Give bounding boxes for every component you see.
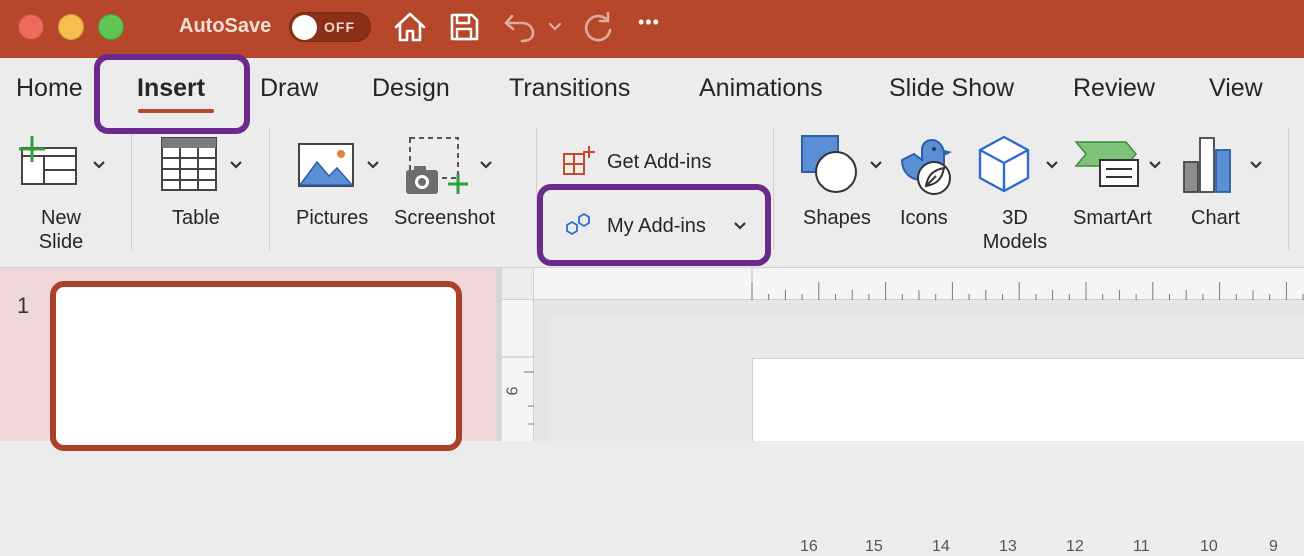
tab-view[interactable]: View: [1209, 74, 1263, 103]
table-chevron-icon[interactable]: [229, 160, 243, 170]
undo-dropdown-chevron-icon[interactable]: [547, 20, 563, 34]
tab-transitions[interactable]: Transitions: [509, 74, 630, 103]
shapes-button[interactable]: Shapes: [803, 206, 871, 230]
my-addins-highlight: [537, 184, 771, 266]
3d-models-button[interactable]: 3D Models: [978, 206, 1052, 254]
minimize-window-button[interactable]: [58, 14, 84, 40]
table-icon[interactable]: [160, 136, 218, 192]
close-window-button[interactable]: [18, 14, 44, 40]
chart-chevron-icon[interactable]: [1249, 160, 1263, 170]
tab-review[interactable]: Review: [1073, 74, 1155, 103]
3d-models-chevron-icon[interactable]: [1045, 160, 1059, 170]
screenshot-button[interactable]: Screenshot: [394, 206, 495, 230]
slide-number: 1: [17, 293, 30, 318]
ruler-number: 9: [1269, 538, 1278, 555]
icons-button[interactable]: Icons: [900, 206, 948, 230]
smartart-chevron-icon[interactable]: [1148, 160, 1162, 170]
autosave-label: AutoSave: [179, 15, 272, 37]
ribbon-divider: [1288, 128, 1289, 250]
pictures-icon[interactable]: [297, 142, 355, 188]
3d-models-icon[interactable]: [976, 134, 1032, 194]
table-button[interactable]: Table: [172, 206, 220, 230]
3d-models-label-2: Models: [982, 231, 1048, 253]
shapes-icon[interactable]: [800, 134, 862, 194]
zoom-window-button[interactable]: [98, 14, 124, 40]
title-bar: AutoSave OFF •••: [0, 0, 1304, 58]
ruler-number: 10: [1200, 538, 1218, 555]
get-addins-icon[interactable]: [562, 144, 596, 178]
get-addins-button[interactable]: Get Add-ins: [607, 150, 712, 174]
new-slide-icon[interactable]: [16, 134, 80, 190]
new-slide-chevron-icon[interactable]: [92, 160, 106, 170]
smartart-button[interactable]: SmartArt: [1073, 206, 1152, 230]
slide-canvas[interactable]: [752, 358, 1304, 441]
screenshot-icon[interactable]: [404, 134, 472, 196]
tab-design[interactable]: Design: [372, 74, 450, 103]
horizontal-ruler: 16 15 14 13 12 11 10 9: [534, 268, 1304, 555]
ribbon-divider: [131, 128, 132, 250]
3d-models-label-1: 3D: [1002, 207, 1028, 229]
horizontal-ruler-ticks: [751, 268, 1304, 300]
slide-thumbnail-1[interactable]: [50, 281, 462, 451]
ruler-number: 14: [932, 538, 950, 555]
tab-draw[interactable]: Draw: [260, 74, 318, 103]
ruler-number: 13: [999, 538, 1017, 555]
undo-icon[interactable]: [502, 10, 538, 44]
autosave-toggle[interactable]: OFF: [289, 12, 371, 42]
pictures-button[interactable]: Pictures: [296, 206, 368, 230]
chart-icon[interactable]: [1182, 134, 1236, 194]
more-icon[interactable]: •••: [638, 12, 660, 33]
ruler-number: 12: [1066, 538, 1084, 555]
home-icon[interactable]: [392, 10, 428, 44]
tab-slide-show[interactable]: Slide Show: [889, 74, 1014, 103]
chart-button[interactable]: Chart: [1191, 206, 1240, 230]
ribbon-divider: [269, 128, 270, 250]
save-icon[interactable]: [447, 10, 481, 44]
toggle-knob: [292, 15, 317, 40]
redo-icon[interactable]: [580, 10, 616, 44]
ruler-number: 15: [865, 538, 883, 555]
tab-animations[interactable]: Animations: [699, 74, 823, 103]
ruler-number: 16: [800, 538, 818, 555]
ruler-number: 11: [1133, 538, 1150, 555]
pictures-chevron-icon[interactable]: [366, 160, 380, 170]
insert-tab-highlight: [94, 54, 250, 134]
smartart-icon[interactable]: [1074, 140, 1140, 190]
vertical-ruler-ticks: [502, 356, 534, 425]
vertical-ruler: 9: [502, 300, 534, 441]
ribbon-divider: [773, 128, 774, 250]
shapes-chevron-icon[interactable]: [869, 160, 883, 170]
new-slide-label-1: New: [40, 207, 81, 229]
ruler-corner: [502, 268, 534, 300]
new-slide-label-2: Slide: [38, 231, 84, 253]
new-slide-button[interactable]: New Slide: [22, 206, 100, 254]
ruler-number: 9: [502, 386, 520, 396]
autosave-state: OFF: [324, 19, 355, 35]
icons-icon[interactable]: [898, 134, 960, 196]
tab-home[interactable]: Home: [16, 74, 83, 103]
screenshot-chevron-icon[interactable]: [479, 160, 493, 170]
